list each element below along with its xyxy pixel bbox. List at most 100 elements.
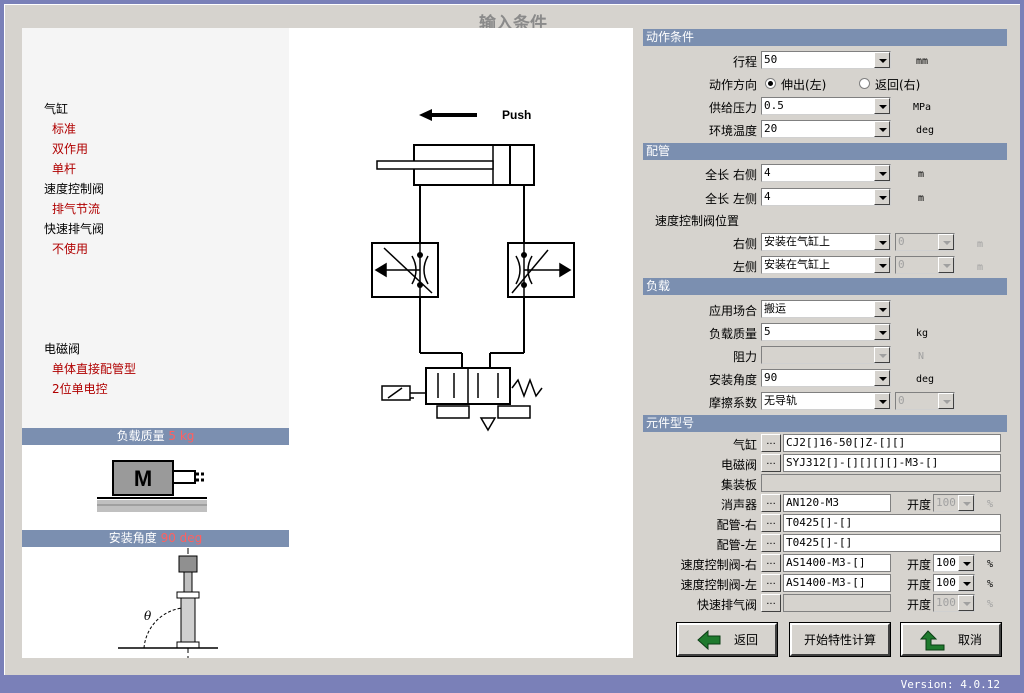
valve-left-value: 安装在气缸上 — [764, 258, 830, 271]
valve-right-distance-value: 0 — [898, 235, 905, 248]
direction-extend-radio[interactable] — [765, 78, 776, 89]
part-cylinder-field[interactable]: CJ2[]16-50[]Z-[][] — [783, 434, 1001, 452]
part-silencer-browse-button[interactable]: ... — [761, 494, 781, 512]
part-pipe-right-browse-button[interactable]: ... — [761, 514, 781, 532]
direction-return-label[interactable]: 返回(右) — [875, 76, 920, 93]
chevron-down-icon[interactable] — [874, 165, 890, 181]
summary-quick-exhaust-label: 快速排气阀 — [44, 222, 105, 236]
part-manifold-field[interactable] — [761, 474, 1001, 492]
valve-left-distance-value: 0 — [898, 258, 905, 271]
mount-angle-bar-label: 安装角度 — [108, 531, 157, 545]
valve-right-select[interactable]: 安装在气缸上 — [761, 233, 891, 251]
valve-left-label: 左侧 — [732, 260, 757, 274]
length-right-label: 全长 右侧 — [705, 168, 757, 182]
chevron-down-icon[interactable] — [938, 257, 954, 273]
part-pipe-left-label: 配管-左 — [716, 538, 757, 552]
chevron-down-icon[interactable] — [958, 595, 974, 611]
valve-right-distance-select[interactable]: 0 — [895, 233, 955, 251]
chevron-down-icon[interactable] — [874, 52, 890, 68]
part-solenoid-label: 电磁阀 — [720, 458, 757, 472]
mass-select[interactable]: 5 — [761, 323, 891, 341]
chevron-down-icon[interactable] — [938, 393, 954, 409]
section-header-parts: 元件型号 — [643, 415, 1007, 432]
section-header-action: 动作条件 — [643, 29, 1007, 46]
sv-right-open-pct: % — [987, 559, 994, 570]
chevron-down-icon[interactable] — [874, 393, 890, 409]
chevron-down-icon[interactable] — [958, 575, 974, 591]
back-button[interactable]: 返回 — [676, 622, 778, 657]
load-mass-bar: 负载质量 5 kg — [22, 428, 289, 445]
quick-exhaust-open-label: 开度 — [907, 598, 932, 612]
angle-select[interactable]: 90 — [761, 369, 891, 387]
sv-right-open-value: 100 — [936, 556, 956, 569]
chevron-down-icon[interactable] — [958, 555, 974, 571]
cancel-button[interactable]: 取消 — [900, 622, 1002, 657]
resistance-select[interactable] — [761, 346, 891, 364]
chevron-down-icon[interactable] — [874, 257, 890, 273]
part-sv-left-browse-button[interactable]: ... — [761, 574, 781, 592]
valve-left-distance-select[interactable]: 0 — [895, 256, 955, 274]
pressure-label: 供给压力 — [708, 101, 757, 115]
sv-left-open-select[interactable]: 100 — [933, 574, 975, 592]
part-solenoid-field[interactable]: SYJ312[]-[][][][]-M3-[] — [783, 454, 1001, 472]
chevron-down-icon[interactable] — [874, 370, 890, 386]
application-select[interactable]: 搬运 — [761, 300, 891, 318]
part-pipe-right-field[interactable]: T0425[]-[] — [783, 514, 1001, 532]
direction-return-radio[interactable] — [859, 78, 870, 89]
start-calculation-button[interactable]: 开始特性计算 — [789, 622, 891, 657]
sv-left-open-pct: % — [987, 579, 994, 590]
quick-exhaust-open-select[interactable]: 100 — [933, 594, 975, 612]
part-sv-right-field[interactable]: AS1400-M3-[] — [783, 554, 891, 572]
direction-label: 动作方向 — [708, 78, 757, 92]
part-sv-right-label: 速度控制阀-右 — [680, 558, 757, 572]
valve-left-unit: m — [977, 262, 984, 273]
chevron-down-icon[interactable] — [958, 495, 974, 511]
valve-right-value: 安装在气缸上 — [764, 235, 830, 248]
length-right-select[interactable]: 4 — [761, 164, 891, 182]
part-sv-right-browse-button[interactable]: ... — [761, 554, 781, 572]
length-left-unit: m — [918, 193, 925, 204]
temperature-select[interactable]: 20 — [761, 120, 891, 138]
chevron-down-icon[interactable] — [874, 347, 890, 363]
length-left-label: 全长 左侧 — [705, 192, 757, 206]
friction-coef-select[interactable]: 0 — [895, 392, 955, 410]
sv-right-open-select[interactable]: 100 — [933, 554, 975, 572]
length-left-value: 4 — [764, 190, 771, 203]
part-cylinder-browse-button[interactable]: ... — [761, 434, 781, 452]
chevron-down-icon[interactable] — [874, 121, 890, 137]
chevron-down-icon[interactable] — [874, 189, 890, 205]
chevron-down-icon[interactable] — [874, 234, 890, 250]
summary-solenoid-item: 2位单电控 — [52, 382, 108, 396]
chevron-down-icon[interactable] — [874, 324, 890, 340]
friction-select[interactable]: 无导轨 — [761, 392, 891, 410]
stroke-select[interactable]: 50 — [761, 51, 891, 69]
sv-left-open-value: 100 — [936, 576, 956, 589]
summary-cylinder-item: 标准 — [52, 122, 77, 136]
direction-extend-label[interactable]: 伸出(左) — [781, 76, 826, 93]
silencer-open-select[interactable]: 100 — [933, 494, 975, 512]
friction-value: 无导轨 — [764, 394, 797, 407]
arrow-up-return-icon — [919, 629, 945, 650]
summary-speed-valve-label: 速度控制阀 — [44, 182, 105, 196]
section-header-piping: 配管 — [643, 143, 1007, 160]
part-silencer-field[interactable]: AN120-M3 — [783, 494, 891, 512]
sv-left-open-label: 开度 — [907, 578, 932, 592]
quick-exhaust-open-value: 100 — [936, 596, 956, 609]
chevron-down-icon[interactable] — [874, 301, 890, 317]
sv-right-open-label: 开度 — [907, 558, 932, 572]
valve-left-select[interactable]: 安装在气缸上 — [761, 256, 891, 274]
part-solenoid-browse-button[interactable]: ... — [761, 454, 781, 472]
part-pipe-left-field[interactable]: T0425[]-[] — [783, 534, 1001, 552]
part-pipe-left-browse-button[interactable]: ... — [761, 534, 781, 552]
part-quick-exhaust-browse-button[interactable]: ... — [761, 594, 781, 612]
length-left-select[interactable]: 4 — [761, 188, 891, 206]
pressure-select[interactable]: 0.5 — [761, 97, 891, 115]
temperature-value: 20 — [764, 122, 778, 135]
part-sv-left-field[interactable]: AS1400-M3-[] — [783, 574, 891, 592]
chevron-down-icon[interactable] — [874, 98, 890, 114]
silencer-open-value: 100 — [936, 496, 956, 509]
summary-cylinder-item: 双作用 — [52, 142, 89, 156]
chevron-down-icon[interactable] — [938, 234, 954, 250]
part-pipe-right-label: 配管-右 — [716, 518, 757, 532]
part-quick-exhaust-field[interactable] — [783, 594, 891, 612]
